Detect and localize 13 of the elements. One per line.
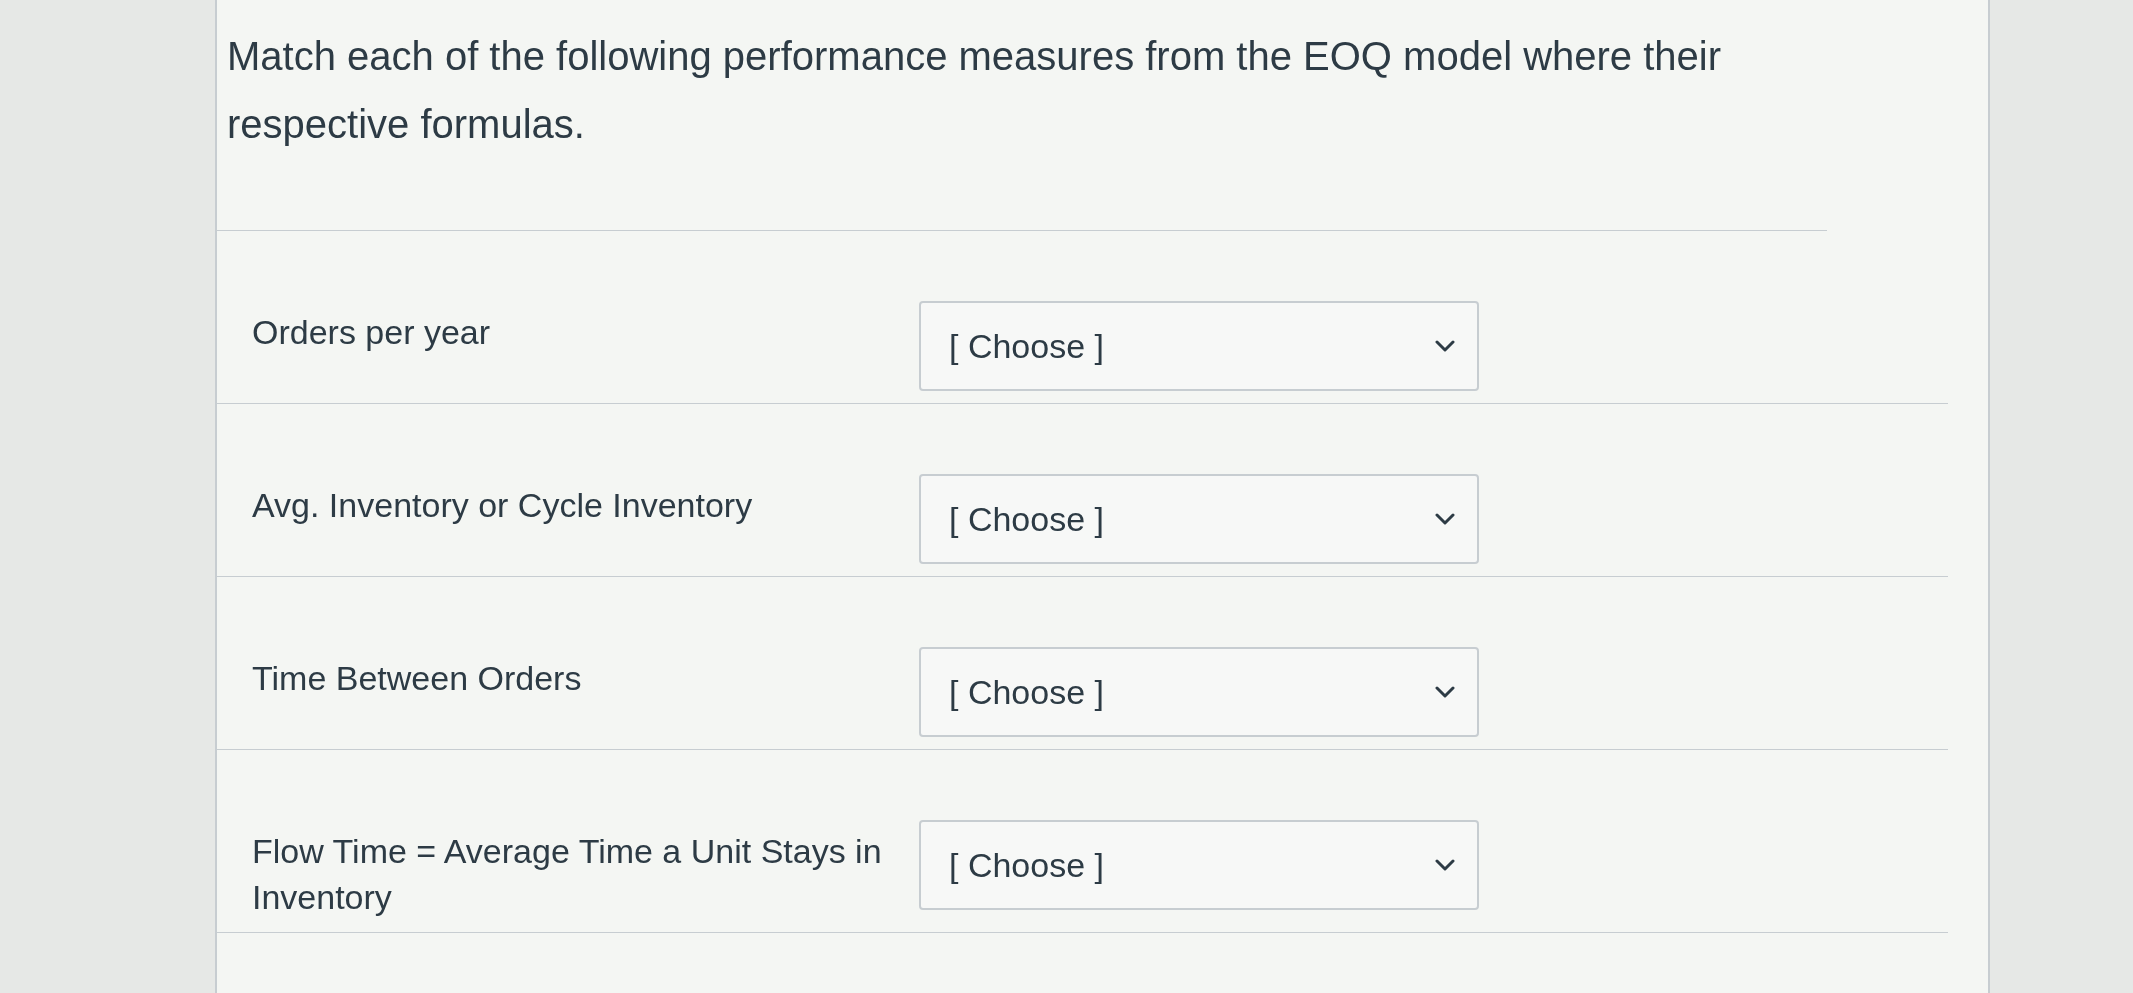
- answer-dropdown[interactable]: [ Choose ]: [919, 474, 1479, 564]
- chevron-down-icon: [1435, 686, 1455, 698]
- chevron-down-icon: [1435, 513, 1455, 525]
- chevron-down-icon: [1435, 340, 1455, 352]
- chevron-down-icon: [1435, 859, 1455, 871]
- answer-dropdown[interactable]: [ Choose ]: [919, 301, 1479, 391]
- measure-label: Orders per year: [252, 312, 492, 353]
- answer-dropdown[interactable]: [ Choose ]: [919, 647, 1479, 737]
- answer-dropdown[interactable]: [ Choose ]: [919, 820, 1479, 910]
- measure-label: Time Between Orders: [252, 658, 583, 699]
- measure-label: Flow Time = Average Time a Unit Stays in Inventory: [252, 831, 883, 918]
- question-text: Match each of the following performance measures from the EOQ model where their respective formulas.: [217, 0, 1827, 231]
- measure-label: Avg. Inventory or Cycle Inventory: [252, 485, 754, 526]
